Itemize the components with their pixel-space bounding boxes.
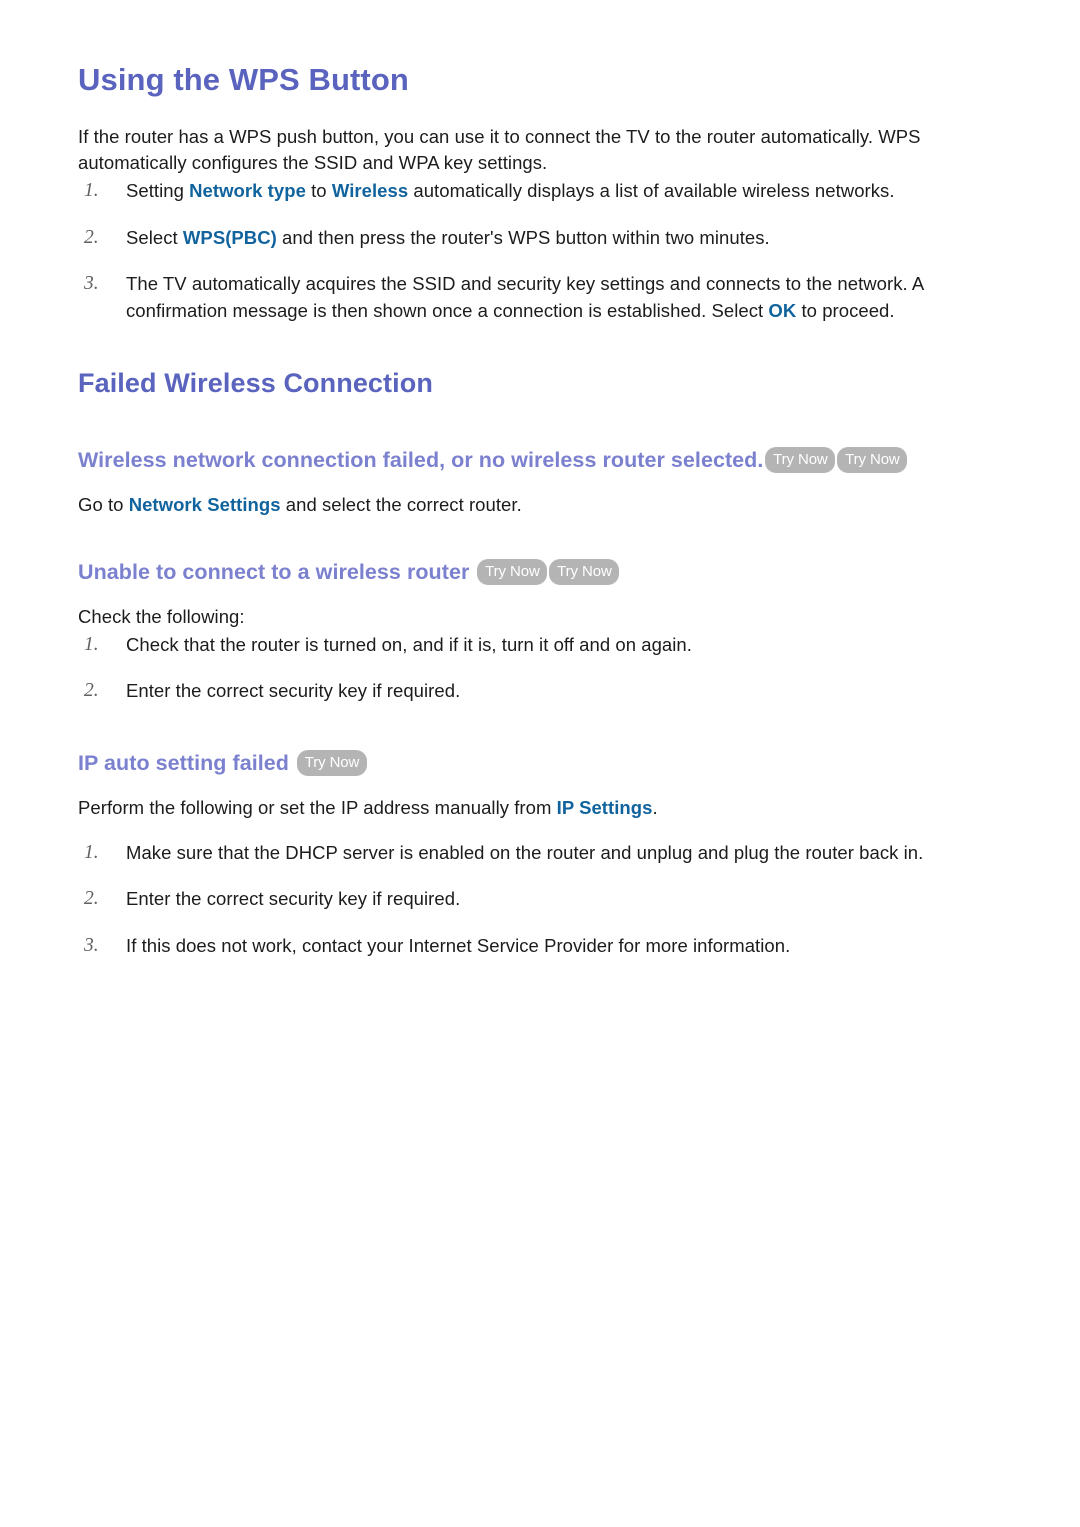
text-pre: Go to <box>78 494 129 516</box>
steps-list-unable-to-connect: 1. Check that the router is turned on, an… <box>78 631 1020 705</box>
lead-text-ip-settings: Perform the following or set the IP addr… <box>78 795 1020 822</box>
step-text-pre: Select <box>126 226 183 248</box>
list-item: 1. Check that the router is turned on, an… <box>78 631 1020 658</box>
try-now-badge[interactable]: Try Now <box>549 558 620 585</box>
list-item: 2. Enter the correct security key if requ… <box>78 885 1020 912</box>
page-title-using-wps-button: Using the WPS Button <box>78 62 409 97</box>
keyword-wireless[interactable]: Wireless <box>332 180 408 201</box>
list-item: 1. Make sure that the DHCP server is enab… <box>78 839 1020 866</box>
keyword-wps-pbc[interactable]: WPS(PBC) <box>183 227 277 248</box>
intro-paragraph-wps: If the router has a WPS push button, you… <box>78 125 921 174</box>
list-marker: 2. <box>84 888 99 910</box>
step-text-mid: to <box>305 180 332 202</box>
list-marker: 3. <box>84 273 99 295</box>
list-item: 3. The TV automatically acquires the SSID… <box>78 270 1020 325</box>
step-text: Make sure that the DHCP server is enable… <box>126 841 924 863</box>
list-item: 2. Enter the correct security key if requ… <box>78 677 1020 704</box>
list-marker: 2. <box>84 679 99 701</box>
list-item: 1. Setting Network type to Wireless autom… <box>78 177 1020 204</box>
list-marker: 1. <box>84 841 99 863</box>
step-text-pre: Setting <box>126 180 190 202</box>
list-item: 3. If this does not work, contact your In… <box>78 932 1020 959</box>
step-text-post: automatically displays a list of availab… <box>408 180 895 202</box>
list-marker: 3. <box>84 934 99 956</box>
try-now-badge[interactable]: Try Now <box>837 447 908 474</box>
list-marker: 1. <box>84 180 99 202</box>
lead-text-check-the-following: Check the following: <box>78 605 245 627</box>
text-pre: Perform the following or set the IP addr… <box>78 797 557 819</box>
text-post: and select the correct router. <box>280 494 522 516</box>
step-text: Check that the router is turned on, and … <box>126 633 692 655</box>
step-text-post: and then press the router's WPS button w… <box>276 226 770 248</box>
step-text: Enter the correct security key if requir… <box>126 679 461 701</box>
subsection-heading-text: IP auto setting failed <box>78 751 289 776</box>
subsection-title-wireless-connection-failed: Wireless network connection failed, or n… <box>78 447 1020 474</box>
subsection-heading-text: Wireless network connection failed, or n… <box>78 448 764 473</box>
try-now-badge[interactable]: Try Now <box>297 750 367 777</box>
keyword-network-settings[interactable]: Network Settings <box>129 494 281 515</box>
subsection-heading-text: Unable to connect to a wireless router <box>78 559 470 584</box>
try-now-badge[interactable]: Try Now <box>477 558 548 585</box>
body-paragraph-network-settings: Go to Network Settings and select the co… <box>78 492 1020 519</box>
section-title-failed-wireless-connection: Failed Wireless Connection <box>78 367 433 398</box>
keyword-network-type[interactable]: Network type <box>189 180 306 201</box>
keyword-ip-settings[interactable]: IP Settings <box>557 797 653 818</box>
steps-list-ip-auto-setting: 1. Make sure that the DHCP server is enab… <box>78 839 1020 959</box>
keyword-ok[interactable]: OK <box>768 300 796 321</box>
document-page: Using the WPS Button If the router has a… <box>0 0 1080 1527</box>
list-marker: 2. <box>84 226 99 248</box>
subsection-title-unable-to-connect: Unable to connect to a wireless router T… <box>78 558 1020 586</box>
step-text-post: to proceed. <box>796 300 895 322</box>
try-now-badge[interactable]: Try Now <box>765 447 836 474</box>
list-item: 2. Select WPS(PBC) and then press the rou… <box>78 224 1020 251</box>
list-marker: 1. <box>84 633 99 655</box>
step-text: If this does not work, contact your Inte… <box>126 934 791 956</box>
text-post: . <box>652 797 658 819</box>
steps-list-wps: 1. Setting Network type to Wireless autom… <box>78 177 1020 325</box>
subsection-title-ip-auto-setting-failed: IP auto setting failed Try Now <box>78 750 1020 777</box>
step-text: Enter the correct security key if requir… <box>126 888 461 910</box>
